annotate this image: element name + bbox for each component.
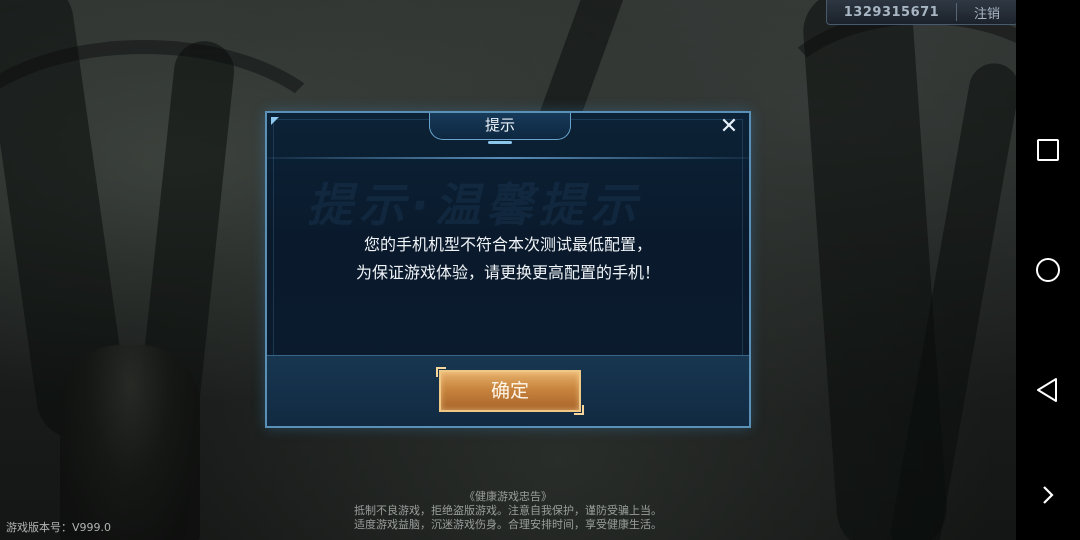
android-nav-bar (1016, 0, 1080, 540)
dialog-watermark: 提示·温馨提示 (307, 178, 643, 229)
game-version: 游戏版本号：V999.0 (6, 521, 112, 534)
health-notice-title: 《健康游戏忠告》 (464, 490, 552, 503)
notice-dialog: 提示 ✕ 提示·温馨提示 您的手机机型不符合本次测试最低配置， 为保证游戏体验，… (265, 111, 751, 428)
health-notice: 《健康游戏忠告》 抵制不良游戏，拒绝盗版游戏。注意自我保护，谨防受骗上当。 适度… (318, 490, 698, 532)
message-line-1: 您的手机机型不符合本次测试最低配置， (363, 235, 652, 254)
bracket-ornament-icon (436, 367, 446, 377)
close-icon[interactable]: ✕ (717, 115, 741, 139)
confirm-button[interactable]: 确定 (436, 367, 584, 415)
account-id: 1329315671 (843, 4, 940, 20)
confirm-label: 确定 (490, 380, 529, 402)
dialog-footer: 确定 (267, 355, 749, 426)
corner-ornament-icon (271, 117, 279, 125)
health-notice-line-2: 适度游戏益脑，沉迷游戏伤身。合理安排时间，享受健康生活。 (354, 518, 662, 531)
message-line-2: 为保证游戏体验，请更换更高配置的手机！ (355, 263, 660, 282)
health-notice-line-1: 抵制不良游戏，拒绝盗版游戏。注意自我保护，谨防受骗上当。 (354, 504, 662, 517)
recent-apps-icon[interactable] (1032, 134, 1064, 166)
header-divider (267, 157, 749, 159)
dialog-title: 提示 (429, 113, 571, 144)
back-icon[interactable] (1032, 374, 1064, 406)
more-icon[interactable] (1032, 479, 1064, 511)
home-icon[interactable] (1032, 254, 1064, 286)
game-background: 1329315671 注销 提示 ✕ 提示·温馨提示 您的手机机型不符合本次测试… (0, 0, 1016, 540)
logout-button[interactable]: 注销 (957, 3, 1016, 22)
account-bar: 1329315671 注销 (826, 0, 1016, 25)
bracket-ornament-icon (574, 405, 584, 415)
soldier-silhouette (60, 345, 200, 540)
dialog-message: 您的手机机型不符合本次测试最低配置， 为保证游戏体验，请更换更高配置的手机！ (287, 231, 729, 287)
